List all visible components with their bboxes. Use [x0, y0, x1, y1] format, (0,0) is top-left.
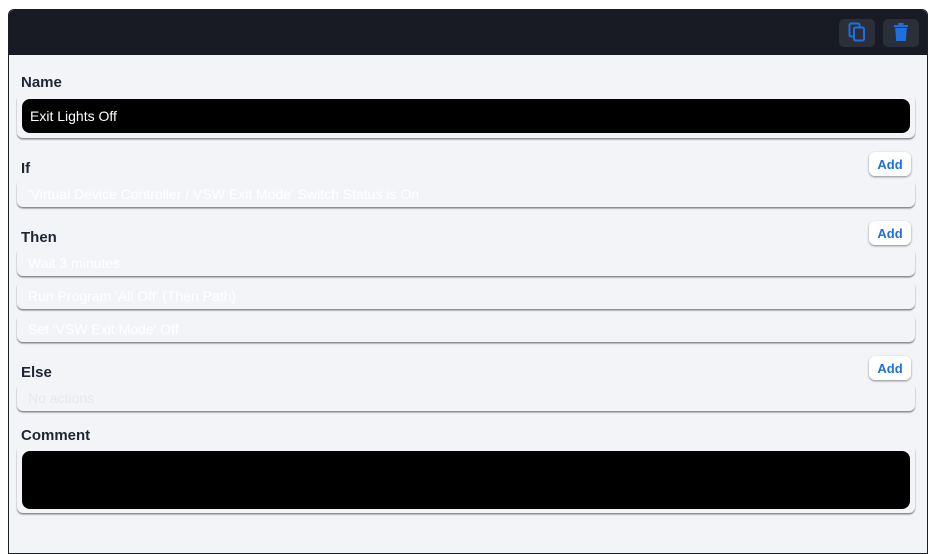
then-label: Then [21, 229, 57, 246]
then-action-row[interactable]: Set 'VSW Exit Mode' Off [17, 314, 915, 342]
else-add-button[interactable]: Add [869, 356, 911, 380]
if-add-button[interactable]: Add [869, 152, 911, 176]
else-label: Else [21, 364, 52, 381]
name-label: Name [21, 74, 62, 91]
card-header [9, 10, 927, 55]
if-label: If [21, 160, 31, 177]
trash-icon [894, 22, 908, 44]
copy-icon [848, 22, 866, 45]
if-condition-row[interactable]: 'Virtual Device Controller / VSW Exit Mo… [17, 179, 915, 207]
then-action-row[interactable]: Run Program 'All Off' (Then Path) [17, 281, 915, 309]
then-add-button[interactable]: Add [869, 221, 911, 245]
comment-label: Comment [21, 427, 91, 444]
comment-input[interactable] [22, 451, 910, 509]
else-empty-row: No actions [17, 383, 915, 411]
program-editor-card: Name If Add 'Virtual Device Controller /… [8, 9, 928, 554]
name-input[interactable] [22, 99, 910, 133]
copy-button[interactable] [839, 19, 875, 47]
delete-button[interactable] [883, 19, 919, 47]
then-action-row[interactable]: Wait 3 minutes [17, 248, 915, 276]
